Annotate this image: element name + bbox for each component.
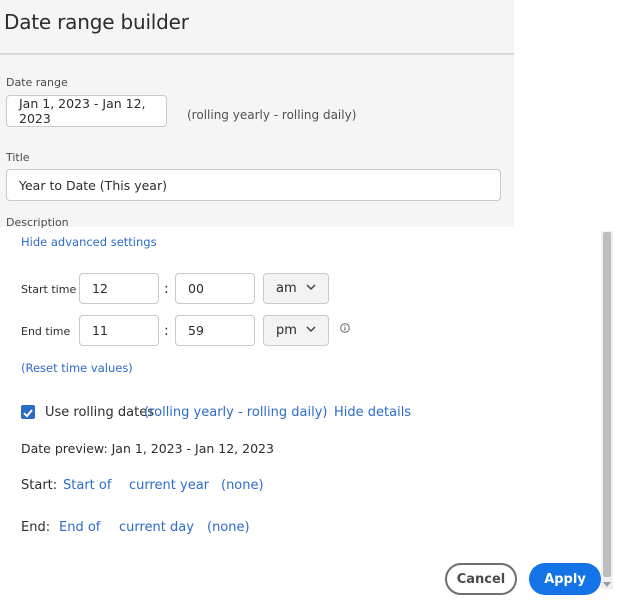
end-position-link[interactable]: End of: [59, 520, 100, 535]
date-preview: Date preview: Jan 1, 2023 - Jan 12, 2023: [21, 441, 274, 456]
end-ampm-value: pm: [276, 323, 297, 338]
end-period-link[interactable]: current day: [119, 520, 194, 535]
checkmark-icon: [23, 409, 33, 418]
end-offset-link[interactable]: (none): [207, 520, 250, 535]
start-hour-value: 12: [92, 281, 108, 296]
title-input[interactable]: Year to Date (This year): [6, 169, 501, 201]
chevron-down-icon: [306, 284, 316, 291]
scrollbar-thumb[interactable]: [603, 232, 611, 577]
end-time-colon: :: [164, 323, 169, 339]
date-range-value: Jan 1, 2023 - Jan 12, 2023: [19, 96, 146, 126]
description-label: Description: [6, 216, 69, 229]
start-position-link[interactable]: Start of: [63, 478, 111, 493]
start-hour-input[interactable]: 12: [79, 273, 159, 304]
end-minute-value: 59: [188, 323, 204, 338]
end-hour-value: 11: [92, 323, 108, 338]
use-rolling-dates-label: Use rolling dates: [45, 405, 154, 420]
start-period-link[interactable]: current year: [129, 478, 209, 493]
scroll-down-arrow-icon[interactable]: [603, 582, 611, 588]
date-range-field[interactable]: Jan 1, 2023 - Jan 12, 2023: [6, 95, 167, 127]
start-minute-value: 00: [188, 281, 204, 296]
chevron-down-icon: [306, 326, 316, 333]
start-minute-input[interactable]: 00: [175, 273, 255, 304]
start-offset-link[interactable]: (none): [221, 478, 264, 493]
end-minute-input[interactable]: 59: [175, 315, 255, 346]
title-label: Title: [6, 151, 30, 164]
apply-button[interactable]: Apply: [529, 563, 601, 595]
cancel-button[interactable]: Cancel: [445, 563, 517, 595]
end-time-label: End time: [21, 325, 71, 338]
end-row-label: End:: [21, 520, 51, 535]
hide-details-link[interactable]: Hide details: [334, 405, 411, 420]
header-divider: [0, 53, 514, 55]
range-description: (rolling yearly - rolling daily): [187, 108, 357, 122]
start-time-label: Start time: [21, 283, 77, 296]
start-ampm-select[interactable]: am: [263, 273, 329, 304]
start-time-colon: :: [164, 281, 169, 297]
dialog-title: Date range builder: [4, 10, 189, 34]
start-row-label: Start:: [21, 478, 58, 493]
start-ampm-value: am: [276, 281, 297, 296]
reset-time-values-link[interactable]: (Reset time values): [21, 361, 133, 375]
end-hour-input[interactable]: 11: [79, 315, 159, 346]
use-rolling-dates-checkbox[interactable]: [21, 405, 35, 419]
date-range-label: Date range: [6, 76, 68, 89]
hide-advanced-settings-link[interactable]: Hide advanced settings: [21, 235, 157, 249]
info-icon[interactable]: [340, 323, 350, 333]
title-input-value: Year to Date (This year): [19, 177, 167, 193]
end-ampm-select[interactable]: pm: [263, 315, 329, 346]
rolling-mode-link[interactable]: (rolling yearly - rolling daily): [144, 405, 328, 420]
